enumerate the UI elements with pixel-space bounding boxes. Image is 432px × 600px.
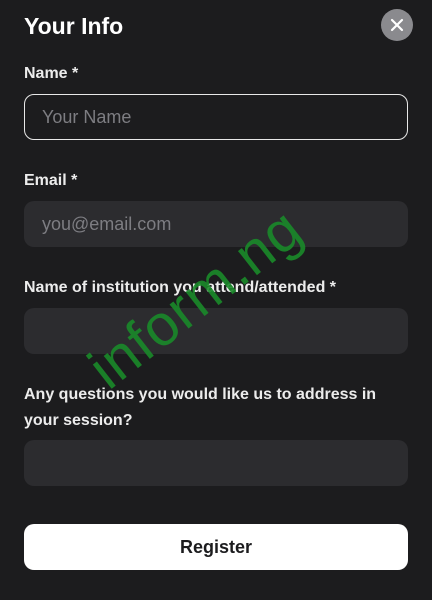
name-input[interactable] (24, 94, 408, 140)
close-icon (390, 18, 404, 32)
questions-input[interactable] (24, 440, 408, 486)
email-input[interactable] (24, 201, 408, 247)
questions-label: Any questions you would like us to addre… (24, 386, 377, 429)
name-label: Name * (24, 65, 79, 82)
your-info-dialog: Your Info Name * Email * Name of institu… (0, 0, 432, 600)
institution-input[interactable] (24, 308, 408, 354)
institution-label: Name of institution you attend/attended … (24, 279, 337, 296)
email-label: Email * (24, 172, 78, 189)
register-button[interactable]: Register (24, 524, 408, 570)
close-button[interactable] (381, 9, 413, 41)
dialog-title: Your Info (24, 13, 124, 39)
